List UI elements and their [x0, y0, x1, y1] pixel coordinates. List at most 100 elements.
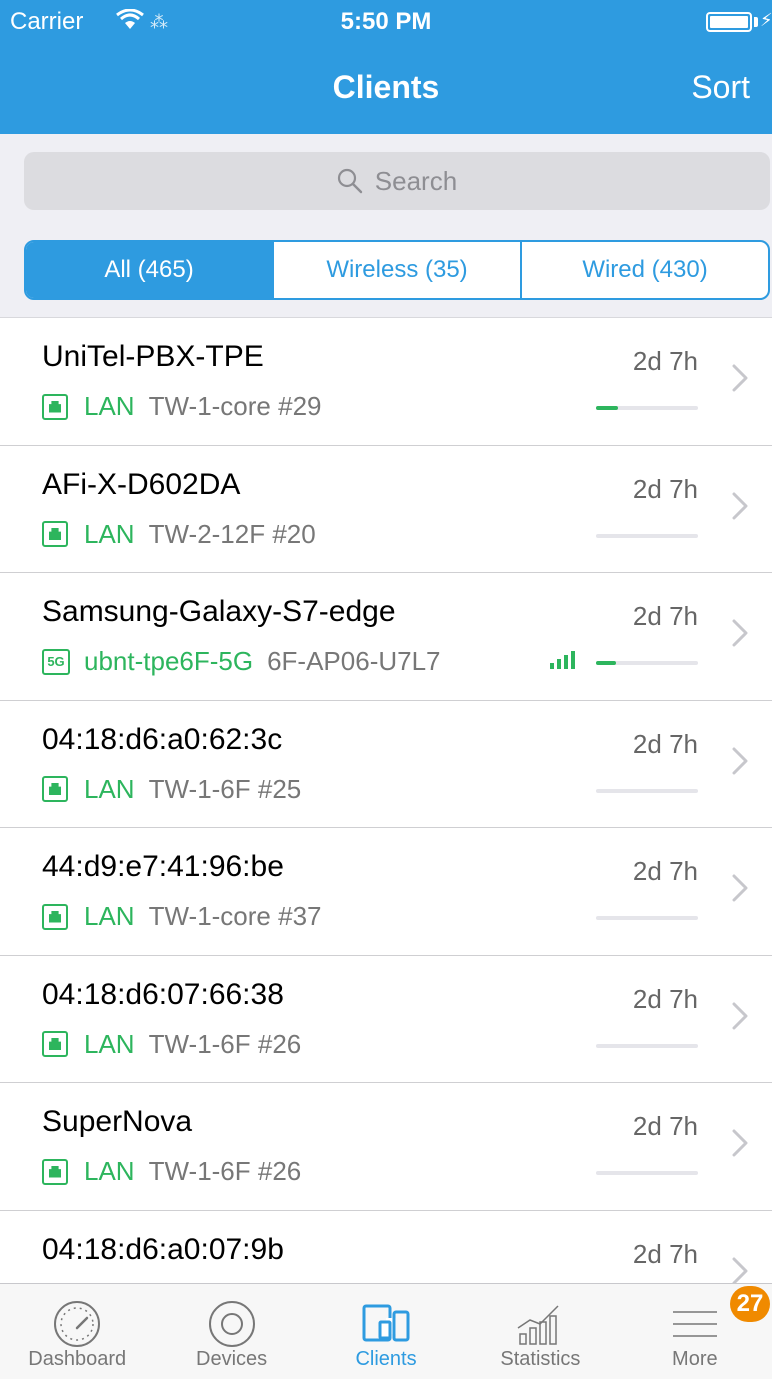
activity-bar: [596, 788, 698, 793]
client-name: SuperNova: [42, 1105, 193, 1138]
client-connection: LAN TW-1-core #37: [42, 901, 322, 932]
ethernet-port-icon: [42, 1031, 68, 1057]
activity-bar: [596, 533, 698, 538]
tab-label: Dashboard: [28, 1348, 127, 1370]
activity-bar: [596, 916, 698, 920]
client-uptime: 2d 7h: [632, 1111, 698, 1141]
status-bar: Carrier ⁂ 5:50 PM ⚡: [0, 0, 772, 40]
client-row[interactable]: 44:d9:e7:41:96:be LAN TW-1-core #37 2d 7…: [0, 828, 772, 956]
activity-bar-fill: [596, 406, 619, 410]
client-uplink-device: TW-1-6F #26: [148, 1156, 302, 1186]
client-connection: LAN TW-2-12F #20: [42, 519, 316, 550]
client-network: ubnt-tpe6F-5G: [84, 646, 254, 676]
chevron-right-icon: [732, 874, 748, 902]
tab-more[interactable]: 27 More: [618, 1284, 772, 1379]
more-menu-icon: [672, 1311, 717, 1337]
client-row[interactable]: SuperNova LAN TW-1-6F #26 2d 7h: [0, 1083, 772, 1211]
chevron-right-icon: [732, 1257, 748, 1284]
ethernet-port-icon: [42, 1158, 68, 1185]
tab-statistics[interactable]: Statistics: [463, 1284, 617, 1379]
segment-all[interactable]: All (465): [26, 242, 274, 298]
ethernet-port-icon: [42, 776, 68, 802]
dashboard-gauge-icon: [54, 1301, 101, 1347]
search-icon: [337, 168, 362, 194]
client-network: LAN: [84, 1028, 135, 1059]
client-list: UniTel-PBX-TPE LAN TW-1-core #29 2d 7h A…: [0, 318, 772, 1338]
client-connection: LAN TW-1-6F #26: [42, 1029, 301, 1060]
activity-bar-fill: [596, 661, 617, 665]
tab-bar: Dashboard Devices Clients Statistics 27 …: [0, 1283, 772, 1379]
client-row[interactable]: UniTel-PBX-TPE LAN TW-1-core #29 2d 7h: [0, 318, 772, 446]
client-uplink-device: TW-2-12F #20: [148, 518, 316, 549]
charging-bolt-icon: ⚡: [760, 10, 772, 30]
client-connection: LAN TW-1-6F #26: [42, 1156, 301, 1187]
tab-dashboard[interactable]: Dashboard: [0, 1284, 154, 1379]
client-uplink-device: 6F-AP06-U7L7: [267, 646, 441, 676]
chevron-right-icon: [732, 1129, 748, 1157]
tab-label: Clients: [355, 1348, 417, 1370]
client-connection: 5G ubnt-tpe6F-5G 6F-AP06-U7L7: [42, 646, 441, 677]
tab-devices[interactable]: Devices: [154, 1284, 308, 1379]
segment-wired[interactable]: Wired (430): [522, 242, 768, 298]
search-placeholder: Search: [374, 165, 458, 196]
client-network: LAN: [84, 518, 135, 549]
signal-strength-icon: [550, 651, 575, 669]
status-time: 5:50 PM: [340, 8, 432, 35]
client-row[interactable]: Samsung-Galaxy-S7-edge 5G ubnt-tpe6F-5G …: [0, 573, 772, 701]
sort-button[interactable]: Sort: [691, 69, 750, 106]
page-title: Clients: [332, 69, 440, 105]
header: Carrier ⁂ 5:50 PM ⚡ Clients Sort: [0, 0, 772, 134]
client-uplink-device: TW-1-core #29: [148, 391, 322, 421]
client-name: UniTel-PBX-TPE: [42, 340, 264, 373]
client-uptime: 2d 7h: [632, 473, 698, 504]
client-uplink-device: TW-1-6F #25: [148, 773, 302, 804]
activity-bar: [596, 661, 698, 665]
search-input[interactable]: Search: [24, 152, 770, 210]
ethernet-port-icon: [42, 903, 68, 930]
notification-badge: 27: [730, 1286, 771, 1322]
chevron-right-icon: [732, 619, 748, 647]
client-row[interactable]: 04:18:d6:a0:62:3c LAN TW-1-6F #25 2d 7h: [0, 701, 772, 828]
client-uptime: 2d 7h: [632, 346, 698, 376]
client-uptime: 2d 7h: [632, 1238, 698, 1269]
client-name: 44:d9:e7:41:96:be: [42, 850, 284, 883]
tab-label: More: [672, 1348, 718, 1370]
client-row[interactable]: 04:18:d6:07:66:38 LAN TW-1-6F #26 2d 7h: [0, 956, 772, 1083]
activity-bar: [596, 406, 698, 410]
client-name: 04:18:d6:a0:62:3c: [42, 722, 283, 756]
5g-radio-icon: 5G: [42, 648, 70, 675]
client-network: LAN: [84, 901, 135, 931]
client-uplink-device: TW-1-core #37: [148, 901, 322, 931]
statistics-chart-icon: [518, 1305, 559, 1345]
activity-bar: [596, 1043, 698, 1048]
battery-icon: [706, 12, 752, 32]
tab-clients[interactable]: Clients: [309, 1284, 463, 1379]
chevron-right-icon: [732, 1002, 748, 1029]
tab-label: Statistics: [500, 1348, 581, 1370]
ethernet-port-icon: [42, 521, 68, 547]
client-uptime: 2d 7h: [632, 856, 698, 886]
search-area: Search All (465) Wireless (35) Wired (43…: [0, 134, 772, 318]
client-connection: LAN TW-1-6F #25: [42, 774, 301, 805]
clients-devices-icon: [362, 1304, 410, 1342]
chevron-right-icon: [732, 747, 748, 774]
client-uplink-device: TW-1-6F #26: [148, 1028, 302, 1059]
client-uptime: 2d 7h: [632, 728, 698, 759]
client-name: 04:18:d6:07:66:38: [42, 977, 284, 1011]
client-row[interactable]: AFi-X-D602DA LAN TW-2-12F #20 2d 7h: [0, 446, 772, 573]
client-filter-segmented-control: All (465) Wireless (35) Wired (430): [24, 240, 770, 300]
client-connection: LAN TW-1-core #29: [42, 391, 322, 422]
chevron-right-icon: [732, 492, 748, 519]
client-uptime: 2d 7h: [632, 983, 698, 1014]
client-network: LAN: [84, 1156, 135, 1186]
chevron-right-icon: [732, 364, 748, 392]
client-network: LAN: [84, 773, 135, 804]
client-uptime: 2d 7h: [632, 601, 698, 631]
client-name: AFi-X-D602DA: [42, 467, 241, 501]
battery-tip: [754, 17, 758, 27]
segment-wireless[interactable]: Wireless (35): [274, 242, 522, 298]
tab-label: Devices: [196, 1348, 268, 1370]
client-network: LAN: [84, 391, 135, 421]
devices-ring-icon: [208, 1301, 255, 1347]
ethernet-port-icon: [42, 393, 68, 420]
